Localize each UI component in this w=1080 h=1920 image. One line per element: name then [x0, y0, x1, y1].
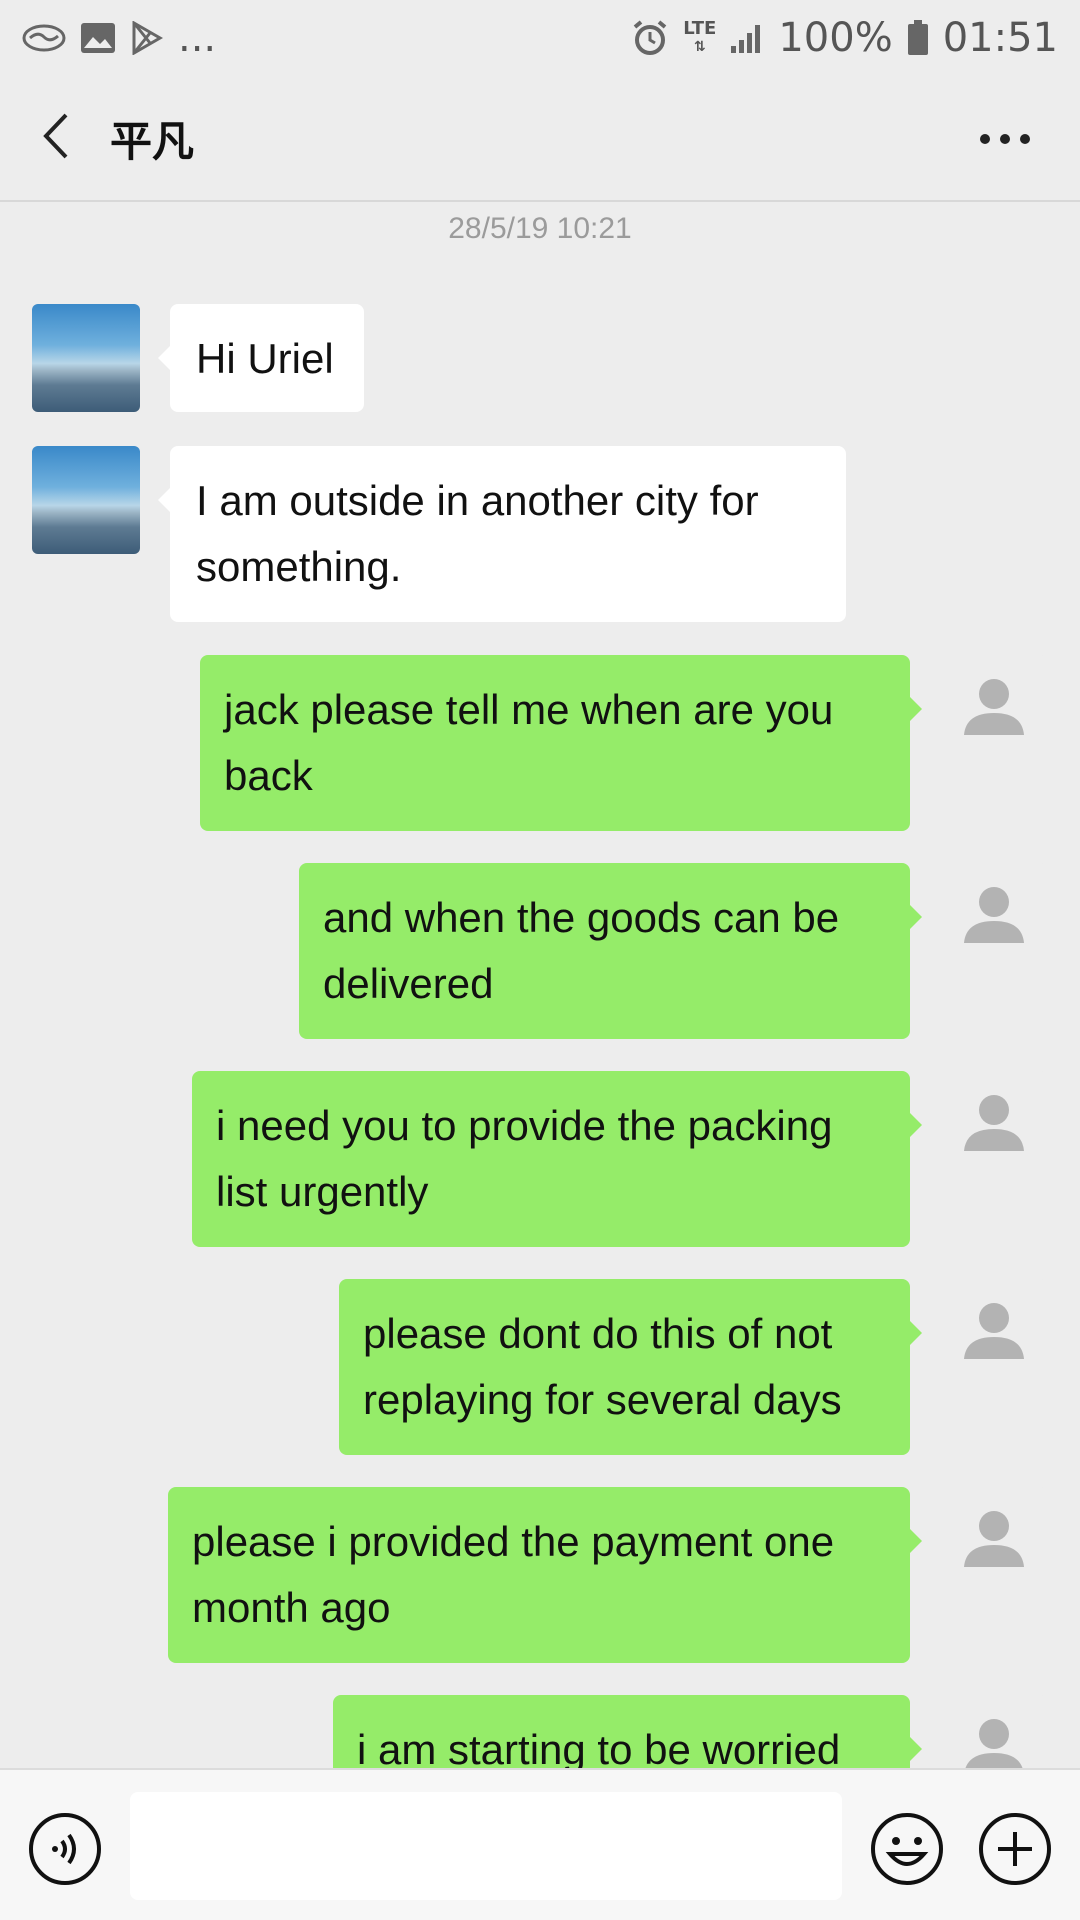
person-placeholder-icon: [962, 1093, 1026, 1157]
emoji-icon: [870, 1813, 944, 1890]
lte-icon: LTE ⇅: [683, 18, 717, 56]
message-text: and when the goods can be delivered: [323, 894, 840, 1007]
chat-header: 平凡: [0, 76, 1080, 202]
message-bubble[interactable]: please i provided the payment one month …: [168, 1487, 922, 1663]
user-avatar[interactable]: [940, 1487, 1048, 1595]
voice-button[interactable]: [28, 1812, 102, 1886]
clock: 01:51: [942, 15, 1058, 61]
message-text: i need you to provide the packing list u…: [216, 1102, 833, 1215]
chat-screen: ... LTE ⇅ 100% 01:51 平凡 28/5/19 10:21 Hi…: [0, 0, 1080, 1920]
status-bar-right: LTE ⇅ 100% 01:51: [631, 15, 1058, 61]
user-avatar[interactable]: [940, 863, 1048, 971]
user-avatar[interactable]: [940, 655, 1048, 763]
emoji-button[interactable]: [870, 1812, 944, 1886]
person-placeholder-icon: [962, 1509, 1026, 1573]
person-placeholder-icon: [962, 677, 1026, 741]
message-input[interactable]: [130, 1792, 842, 1900]
input-bar: [0, 1768, 1080, 1920]
signal-icon: [730, 22, 764, 54]
message-bubble[interactable]: I am outside in another city for somethi…: [158, 446, 846, 622]
status-bar: ... LTE ⇅ 100% 01:51: [0, 0, 1080, 76]
message-bubble[interactable]: i need you to provide the packing list u…: [192, 1071, 922, 1247]
more-dots-icon: [979, 130, 1031, 149]
battery-percent: 100%: [778, 15, 893, 61]
message-text: i am starting to be worried: [357, 1726, 841, 1773]
alarm-icon: [631, 19, 669, 57]
back-button[interactable]: [0, 75, 110, 201]
battery-icon: [907, 20, 929, 56]
message-text: jack please tell me when are you back: [224, 686, 834, 799]
person-placeholder-icon: [962, 1301, 1026, 1365]
user-avatar[interactable]: [940, 1071, 1048, 1179]
chevron-left-icon: [40, 111, 70, 165]
message-text: Hi Uriel: [196, 335, 334, 382]
message-text: please i provided the payment one month …: [192, 1518, 835, 1631]
chat-timestamp: 28/5/19 10:21: [448, 212, 632, 245]
lte-label: LTE: [683, 18, 717, 39]
play-store-icon: [130, 21, 164, 55]
more-functions-button[interactable]: [978, 1812, 1052, 1886]
chat-title: 平凡: [110, 116, 195, 166]
message-bubble[interactable]: Hi Uriel: [158, 304, 364, 412]
user-avatar[interactable]: [940, 1279, 1048, 1387]
plus-icon: [978, 1813, 1052, 1890]
person-placeholder-icon: [962, 885, 1026, 949]
message-bubble[interactable]: please dont do this of not replaying for…: [339, 1279, 922, 1455]
image-icon: [80, 22, 116, 54]
more-button[interactable]: [970, 106, 1040, 172]
contact-avatar[interactable]: [32, 446, 140, 554]
message-bubble[interactable]: jack please tell me when are you back: [200, 655, 922, 831]
message-text: I am outside in another city for somethi…: [196, 477, 759, 590]
message-text: please dont do this of not replaying for…: [363, 1310, 842, 1423]
message-bubble[interactable]: and when the goods can be delivered: [299, 863, 922, 1039]
status-overflow: ...: [178, 15, 217, 61]
voice-icon: [28, 1813, 102, 1890]
handshake-icon: [22, 23, 66, 53]
status-bar-left: ...: [22, 15, 216, 61]
contact-avatar[interactable]: [32, 304, 140, 412]
